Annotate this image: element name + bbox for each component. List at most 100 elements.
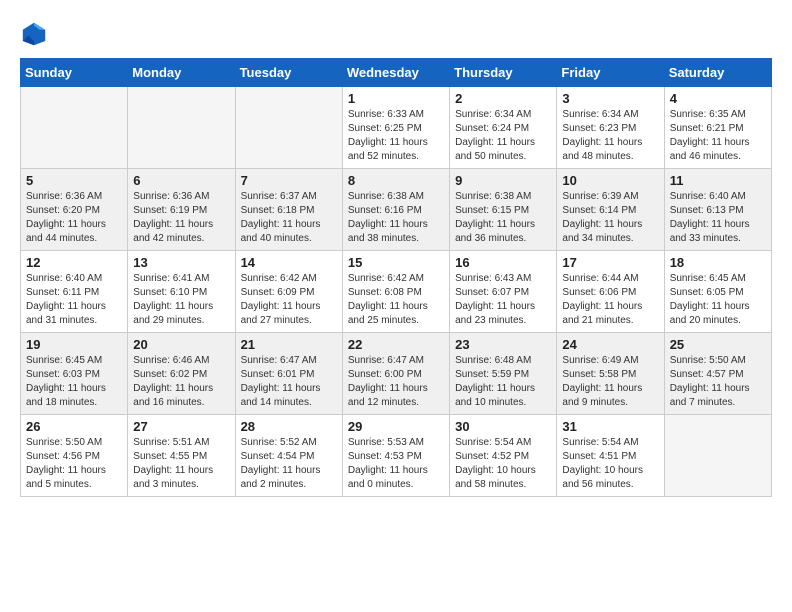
day-number: 11 — [670, 173, 766, 188]
cell-details: Sunrise: 6:34 AMSunset: 6:24 PMDaylight:… — [455, 108, 551, 164]
calendar-cell: 22 Sunrise: 6:47 AMSunset: 6:00 PMDayligh… — [342, 333, 449, 415]
day-number: 26 — [26, 419, 122, 434]
day-number: 28 — [241, 419, 337, 434]
calendar-cell: 13 Sunrise: 6:41 AMSunset: 6:10 PMDayligh… — [128, 251, 235, 333]
calendar-cell — [128, 87, 235, 169]
cell-details: Sunrise: 5:50 AMSunset: 4:56 PMDaylight:… — [26, 436, 122, 492]
calendar-cell: 21 Sunrise: 6:47 AMSunset: 6:01 PMDayligh… — [235, 333, 342, 415]
calendar-cell: 7Sunrise: 6:37 AMSunset: 6:18 PMDaylight… — [235, 169, 342, 251]
cell-details: Sunrise: 6:47 AMSunset: 6:00 PMDaylight:… — [348, 354, 444, 410]
calendar-cell — [235, 87, 342, 169]
calendar-cell: 27 Sunrise: 5:51 AMSunset: 4:55 PMDayligh… — [128, 415, 235, 497]
day-number: 10 — [562, 173, 658, 188]
calendar-cell: 20 Sunrise: 6:46 AMSunset: 6:02 PMDayligh… — [128, 333, 235, 415]
cell-details: Sunrise: 6:38 AMSunset: 6:15 PMDaylight:… — [455, 190, 551, 246]
day-number: 2 — [455, 91, 551, 106]
cell-details: Sunrise: 6:36 AMSunset: 6:19 PMDaylight:… — [133, 190, 229, 246]
calendar-cell: 31Sunrise: 5:54 AMSunset: 4:51 PMDayligh… — [557, 415, 664, 497]
cell-details: Sunrise: 6:47 AMSunset: 6:01 PMDaylight:… — [241, 354, 337, 410]
calendar-cell: 6 Sunrise: 6:36 AMSunset: 6:19 PMDaylight… — [128, 169, 235, 251]
calendar-cell — [21, 87, 128, 169]
day-number: 17 — [562, 255, 658, 270]
cell-details: Sunrise: 6:45 AMSunset: 6:03 PMDaylight:… — [26, 354, 122, 410]
calendar-week-3: 12 Sunrise: 6:40 AMSunset: 6:11 PMDayligh… — [21, 251, 772, 333]
cell-details: Sunrise: 6:44 AMSunset: 6:06 PMDaylight:… — [562, 272, 658, 328]
cell-details: Sunrise: 5:50 AMSunset: 4:57 PMDaylight:… — [670, 354, 766, 410]
logo — [20, 20, 52, 48]
day-number: 21 — [241, 337, 337, 352]
day-number: 30 — [455, 419, 551, 434]
day-number: 18 — [670, 255, 766, 270]
cell-details: Sunrise: 6:48 AMSunset: 5:59 PMDaylight:… — [455, 354, 551, 410]
day-number: 31 — [562, 419, 658, 434]
column-header-sunday: Sunday — [21, 59, 128, 87]
cell-details: Sunrise: 6:45 AMSunset: 6:05 PMDaylight:… — [670, 272, 766, 328]
calendar-cell: 30 Sunrise: 5:54 AMSunset: 4:52 PMDayligh… — [450, 415, 557, 497]
day-number: 13 — [133, 255, 229, 270]
cell-details: Sunrise: 6:46 AMSunset: 6:02 PMDaylight:… — [133, 354, 229, 410]
column-header-saturday: Saturday — [664, 59, 771, 87]
cell-details: Sunrise: 6:40 AMSunset: 6:13 PMDaylight:… — [670, 190, 766, 246]
calendar-week-5: 26 Sunrise: 5:50 AMSunset: 4:56 PMDayligh… — [21, 415, 772, 497]
day-number: 4 — [670, 91, 766, 106]
calendar-cell: 16 Sunrise: 6:43 AMSunset: 6:07 PMDayligh… — [450, 251, 557, 333]
cell-details: Sunrise: 6:33 AMSunset: 6:25 PMDaylight:… — [348, 108, 444, 164]
cell-details: Sunrise: 5:53 AMSunset: 4:53 PMDaylight:… — [348, 436, 444, 492]
calendar-header-row: SundayMondayTuesdayWednesdayThursdayFrid… — [21, 59, 772, 87]
column-header-monday: Monday — [128, 59, 235, 87]
cell-details: Sunrise: 6:34 AMSunset: 6:23 PMDaylight:… — [562, 108, 658, 164]
calendar-cell: 2 Sunrise: 6:34 AMSunset: 6:24 PMDaylight… — [450, 87, 557, 169]
cell-details: Sunrise: 6:40 AMSunset: 6:11 PMDaylight:… — [26, 272, 122, 328]
cell-details: Sunrise: 6:49 AMSunset: 5:58 PMDaylight:… — [562, 354, 658, 410]
cell-details: Sunrise: 6:41 AMSunset: 6:10 PMDaylight:… — [133, 272, 229, 328]
day-number: 8 — [348, 173, 444, 188]
cell-details: Sunrise: 5:54 AMSunset: 4:52 PMDaylight:… — [455, 436, 551, 492]
day-number: 29 — [348, 419, 444, 434]
column-header-friday: Friday — [557, 59, 664, 87]
cell-details: Sunrise: 6:42 AMSunset: 6:09 PMDaylight:… — [241, 272, 337, 328]
header — [20, 20, 772, 48]
calendar-week-4: 19 Sunrise: 6:45 AMSunset: 6:03 PMDayligh… — [21, 333, 772, 415]
calendar-cell: 25 Sunrise: 5:50 AMSunset: 4:57 PMDayligh… — [664, 333, 771, 415]
day-number: 25 — [670, 337, 766, 352]
day-number: 19 — [26, 337, 122, 352]
calendar-cell: 11 Sunrise: 6:40 AMSunset: 6:13 PMDayligh… — [664, 169, 771, 251]
logo-icon — [20, 20, 48, 48]
day-number: 3 — [562, 91, 658, 106]
calendar-cell: 10 Sunrise: 6:39 AMSunset: 6:14 PMDayligh… — [557, 169, 664, 251]
calendar-cell: 5 Sunrise: 6:36 AMSunset: 6:20 PMDaylight… — [21, 169, 128, 251]
day-number: 24 — [562, 337, 658, 352]
day-number: 20 — [133, 337, 229, 352]
column-header-tuesday: Tuesday — [235, 59, 342, 87]
calendar-cell: 19 Sunrise: 6:45 AMSunset: 6:03 PMDayligh… — [21, 333, 128, 415]
day-number: 16 — [455, 255, 551, 270]
day-number: 14 — [241, 255, 337, 270]
cell-details: Sunrise: 6:39 AMSunset: 6:14 PMDaylight:… — [562, 190, 658, 246]
calendar-week-2: 5 Sunrise: 6:36 AMSunset: 6:20 PMDaylight… — [21, 169, 772, 251]
cell-details: Sunrise: 6:43 AMSunset: 6:07 PMDaylight:… — [455, 272, 551, 328]
cell-details: Sunrise: 6:35 AMSunset: 6:21 PMDaylight:… — [670, 108, 766, 164]
calendar-cell: 18 Sunrise: 6:45 AMSunset: 6:05 PMDayligh… — [664, 251, 771, 333]
calendar-cell: 9Sunrise: 6:38 AMSunset: 6:15 PMDaylight… — [450, 169, 557, 251]
calendar-cell: 8 Sunrise: 6:38 AMSunset: 6:16 PMDaylight… — [342, 169, 449, 251]
day-number: 22 — [348, 337, 444, 352]
cell-details: Sunrise: 5:51 AMSunset: 4:55 PMDaylight:… — [133, 436, 229, 492]
day-number: 15 — [348, 255, 444, 270]
cell-details: Sunrise: 6:36 AMSunset: 6:20 PMDaylight:… — [26, 190, 122, 246]
day-number: 5 — [26, 173, 122, 188]
calendar-cell: 26 Sunrise: 5:50 AMSunset: 4:56 PMDayligh… — [21, 415, 128, 497]
calendar-cell: 23 Sunrise: 6:48 AMSunset: 5:59 PMDayligh… — [450, 333, 557, 415]
day-number: 27 — [133, 419, 229, 434]
calendar-cell: 29 Sunrise: 5:53 AMSunset: 4:53 PMDayligh… — [342, 415, 449, 497]
day-number: 6 — [133, 173, 229, 188]
calendar-cell: 3 Sunrise: 6:34 AMSunset: 6:23 PMDaylight… — [557, 87, 664, 169]
day-number: 12 — [26, 255, 122, 270]
calendar-cell: 1Sunrise: 6:33 AMSunset: 6:25 PMDaylight… — [342, 87, 449, 169]
cell-details: Sunrise: 6:38 AMSunset: 6:16 PMDaylight:… — [348, 190, 444, 246]
day-number: 7 — [241, 173, 337, 188]
day-number: 23 — [455, 337, 551, 352]
calendar-cell: 28Sunrise: 5:52 AMSunset: 4:54 PMDayligh… — [235, 415, 342, 497]
calendar-cell: 15Sunrise: 6:42 AMSunset: 6:08 PMDayligh… — [342, 251, 449, 333]
calendar-cell: 17 Sunrise: 6:44 AMSunset: 6:06 PMDayligh… — [557, 251, 664, 333]
column-header-wednesday: Wednesday — [342, 59, 449, 87]
